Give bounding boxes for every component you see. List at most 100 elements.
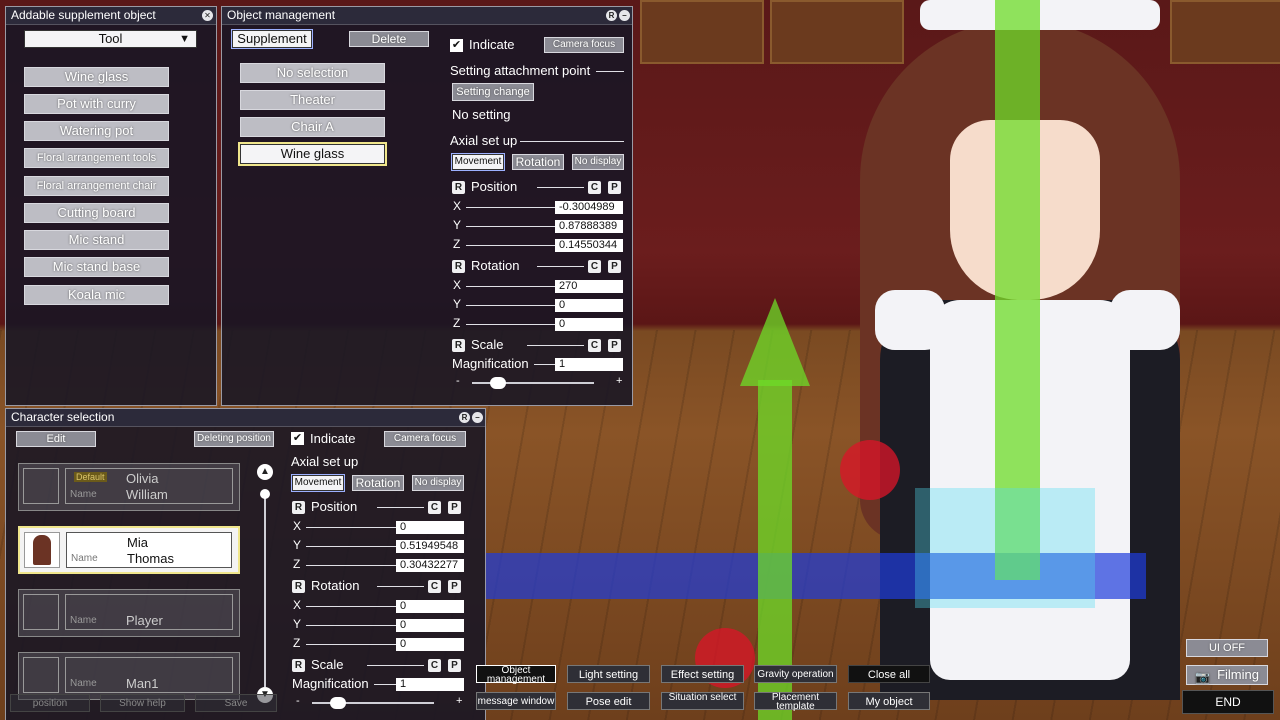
slider-track[interactable] (306, 527, 396, 528)
reset-r-icon[interactable]: R (292, 659, 305, 672)
copy-c-icon[interactable]: C (428, 580, 441, 593)
camera-focus-button[interactable]: Camera focus (384, 431, 466, 447)
axis-mode-rotation-button[interactable]: Rotation (512, 154, 564, 170)
edit-button[interactable]: Edit (16, 431, 96, 447)
toolbar-object-management-button[interactable]: Object management (476, 665, 556, 685)
slider-track[interactable] (306, 546, 396, 547)
character-card[interactable]: Mia Name Thomas (18, 526, 240, 574)
paste-p-icon[interactable]: P (448, 659, 461, 672)
magnification-slider-knob[interactable] (490, 377, 506, 389)
paste-p-icon[interactable]: P (608, 339, 621, 352)
minimize-icon[interactable]: – (472, 412, 483, 423)
supplement-item-button[interactable]: Floral arrangement tools (24, 148, 169, 168)
end-button[interactable]: END (1182, 690, 1274, 714)
setting-change-button[interactable]: Setting change (452, 83, 534, 101)
toolbar-effect-setting-button[interactable]: Effect setting (661, 665, 744, 683)
slider-track[interactable] (466, 324, 555, 325)
object-list-item[interactable]: Chair A (240, 117, 385, 137)
paste-p-icon[interactable]: P (448, 580, 461, 593)
position-y-input[interactable]: 0.87888389 (555, 220, 623, 233)
slider-track[interactable] (306, 644, 396, 645)
supplement-item-button[interactable]: Watering pot (24, 121, 169, 141)
character-card[interactable]: Name Man1 (18, 652, 240, 700)
slider-track[interactable] (466, 207, 555, 208)
close-icon[interactable]: ✕ (202, 10, 213, 21)
rotation-z-input[interactable]: 0 (555, 318, 623, 331)
toolbar-gravity-operation-button[interactable]: Gravity operation (754, 665, 837, 683)
reset-icon[interactable]: R (459, 412, 470, 423)
magnification-input[interactable]: 1 (396, 678, 464, 691)
toolbar-light-setting-button[interactable]: Light setting (567, 665, 650, 683)
indicate-checkbox[interactable]: ✔ (450, 39, 463, 52)
position-x-input[interactable]: -0.3004989 (555, 201, 623, 214)
magnification-slider-knob[interactable] (330, 697, 346, 709)
axis-mode-rotation-button[interactable]: Rotation (352, 475, 404, 491)
minimize-icon[interactable]: – (619, 10, 630, 21)
toolbar-my-object-button[interactable]: My object (848, 692, 930, 710)
supplement-item-button[interactable]: Cutting board (24, 203, 169, 223)
scrollbar-track[interactable] (264, 491, 266, 687)
rotation-x-input[interactable]: 0 (396, 600, 464, 613)
slider-track[interactable] (306, 625, 396, 626)
toolbar-save-button[interactable]: Save (195, 694, 277, 712)
object-list-item[interactable]: Wine glass (238, 142, 387, 166)
object-list-item[interactable]: No selection (240, 63, 385, 83)
slider-track[interactable] (466, 286, 555, 287)
toolbar-pose-edit-button[interactable]: Pose edit (567, 692, 650, 710)
toolbar-position-button[interactable]: position (10, 694, 90, 712)
toolbar-show-help-button[interactable]: Show help (100, 694, 185, 712)
axis-mode-movement-button[interactable]: Movement (451, 153, 505, 171)
slider-track[interactable] (466, 226, 555, 227)
toolbar-situation-select-button[interactable]: Situation select (661, 692, 744, 710)
copy-c-icon[interactable]: C (428, 501, 441, 514)
position-x-input[interactable]: 0 (396, 521, 464, 534)
reset-r-icon[interactable]: R (452, 339, 465, 352)
slider-track[interactable] (466, 305, 555, 306)
delete-button[interactable]: Delete (349, 31, 429, 47)
axis-mode-no-display-button[interactable]: No display (572, 154, 624, 170)
minus-icon[interactable]: - (456, 375, 460, 387)
rotation-x-input[interactable]: 270 (555, 280, 623, 293)
magnification-input[interactable]: 1 (555, 358, 623, 371)
axis-mode-no-display-button[interactable]: No display (412, 475, 464, 491)
tab-supplement[interactable]: Supplement (231, 29, 313, 49)
supplement-item-button[interactable]: Floral arrangement chair (24, 176, 169, 196)
paste-p-icon[interactable]: P (608, 260, 621, 273)
supplement-item-button[interactable]: Mic stand base (24, 257, 169, 277)
position-z-input[interactable]: 0.30432277 (396, 559, 464, 572)
gizmo-plane[interactable] (915, 488, 1095, 608)
plus-icon[interactable]: + (456, 695, 462, 707)
reset-r-icon[interactable]: R (452, 181, 465, 194)
slider-track[interactable] (306, 565, 396, 566)
copy-c-icon[interactable]: C (588, 339, 601, 352)
copy-c-icon[interactable]: C (428, 659, 441, 672)
reset-icon[interactable]: R (606, 10, 617, 21)
rotation-z-input[interactable]: 0 (396, 638, 464, 651)
slider-track[interactable] (306, 606, 396, 607)
position-z-input[interactable]: 0.14550344 (555, 239, 623, 252)
reset-r-icon[interactable]: R (452, 260, 465, 273)
rotation-y-input[interactable]: 0 (555, 299, 623, 312)
character-card[interactable]: Default Olivia Name William (18, 463, 240, 511)
copy-c-icon[interactable]: C (588, 181, 601, 194)
plus-icon[interactable]: + (616, 375, 622, 387)
deleting-position-button[interactable]: Deleting position (194, 431, 274, 447)
minus-icon[interactable]: - (296, 695, 300, 707)
filming-button[interactable]: 📷 Filming (1186, 665, 1268, 685)
character-card[interactable]: Name Player (18, 589, 240, 637)
scroll-up-icon[interactable]: ▲ (257, 464, 273, 480)
position-y-input[interactable]: 0.51949548 (396, 540, 464, 553)
toolbar-close-all-button[interactable]: Close all (848, 665, 930, 683)
supplement-item-button[interactable]: Wine glass (24, 67, 169, 87)
supplement-item-button[interactable]: Mic stand (24, 230, 169, 250)
supplement-item-button[interactable]: Pot with curry (24, 94, 169, 114)
toolbar-message-window-button[interactable]: message window (476, 692, 556, 710)
reset-r-icon[interactable]: R (292, 501, 305, 514)
toolbar-placement-template-button[interactable]: Placement template (754, 692, 837, 712)
camera-focus-button[interactable]: Camera focus (544, 37, 624, 53)
indicate-checkbox[interactable]: ✔ (291, 432, 304, 445)
paste-p-icon[interactable]: P (448, 501, 461, 514)
reset-r-icon[interactable]: R (292, 580, 305, 593)
scrollbar-thumb[interactable] (260, 489, 270, 499)
paste-p-icon[interactable]: P (608, 181, 621, 194)
